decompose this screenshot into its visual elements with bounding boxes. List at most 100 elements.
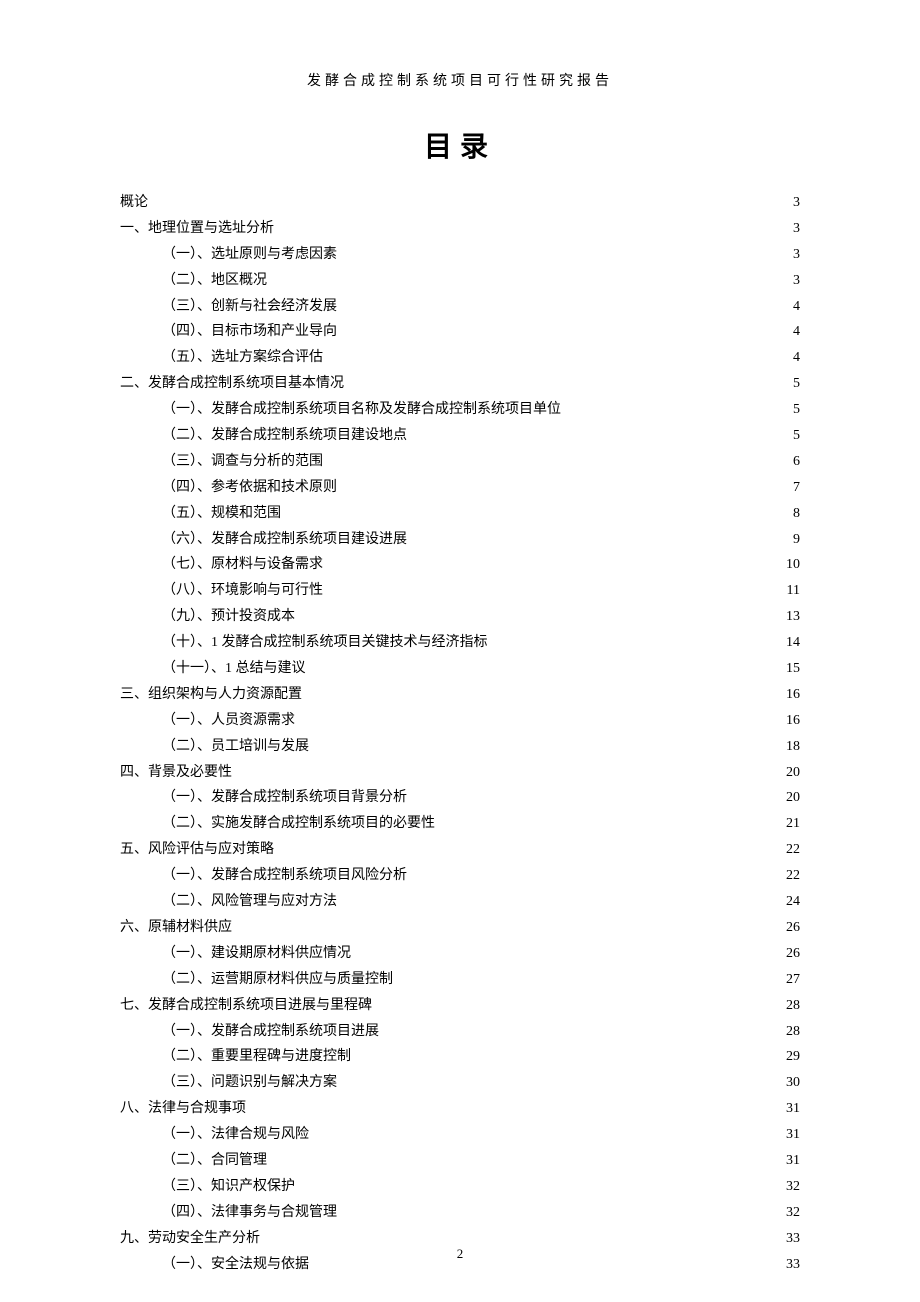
toc-entry-label: （二）、重要里程碑与进度控制 [162,1044,351,1070]
toc-entry-label: （二）、实施发酵合成控制系统项目的必要性 [162,811,435,837]
toc-entry-label: （四）、参考依据和技术原则 [162,475,337,501]
toc-entry-label: （四）、法律事务与合规管理 [162,1200,337,1226]
toc-entry-page: 10 [786,552,800,578]
toc-entry: （一）、建设期原材料供应情况 26 [120,941,800,967]
toc-entry: （三）、创新与社会经济发展4 [120,294,800,320]
toc-entry-page: 5 [793,371,800,397]
toc-entry-label: 五、风险评估与应对策略 [120,837,274,863]
toc-entry: （四）、法律事务与合规管理32 [120,1200,800,1226]
toc-entry-page: 24 [786,889,800,915]
toc-title: 目录 [120,125,800,165]
toc-entry-page: 14 [786,630,800,656]
toc-entry-label: （一）、发酵合成控制系统项目背景分析 [162,785,407,811]
toc-entry-page: 22 [786,863,800,889]
toc-entry: （四）、参考依据和技术原则 7 [120,475,800,501]
toc-entry-label: （十一）、1 总结与建议 [162,656,306,682]
toc-entry-page: 28 [786,1019,800,1045]
toc-entry: 一、地理位置与选址分析 3 [120,216,800,242]
toc-entry-page: 30 [786,1070,800,1096]
toc-entry-label: （五）、规模和范围 [162,501,281,527]
toc-entry: （一）、发酵合成控制系统项目进展 28 [120,1019,800,1045]
toc-entry: （七）、原材料与设备需求 10 [120,552,800,578]
toc-entry-label: （一）、建设期原材料供应情况 [162,941,351,967]
toc-entry-page: 32 [786,1174,800,1200]
toc-entry: （一）、发酵合成控制系统项目名称及发酵合成控制系统项目单位 5 [120,397,800,423]
toc-entry: （一）、发酵合成控制系统项目风险分析 22 [120,863,800,889]
toc-entry: （二）、风险管理与应对方法 24 [120,889,800,915]
toc-entry-label: （一）、发酵合成控制系统项目风险分析 [162,863,407,889]
toc-entry-page: 31 [786,1122,800,1148]
toc-entry: （十）、1 发酵合成控制系统项目关键技术与经济指标14 [120,630,800,656]
toc-entry-page: 13 [786,604,800,630]
toc-entry-page: 20 [786,760,800,786]
toc-entry: （二）、合同管理31 [120,1148,800,1174]
toc-entry: （二）、重要里程碑与进度控制 29 [120,1044,800,1070]
toc-entry: （八）、环境影响与可行性11 [120,578,800,604]
page-number: 2 [0,1246,920,1262]
toc-entry-label: （二）、地区概况 [162,268,267,294]
toc-entry-page: 9 [793,527,800,553]
toc-entry-label: （九）、预计投资成本 [162,604,295,630]
toc-entry-page: 21 [786,811,800,837]
toc-entry: （一）、发酵合成控制系统项目背景分析 20 [120,785,800,811]
toc-entry: 二、发酵合成控制系统项目基本情况 5 [120,371,800,397]
toc-entry: （一）、人员资源需求16 [120,708,800,734]
toc-entry-page: 7 [793,475,800,501]
toc-entry: 七、发酵合成控制系统项目进展与里程碑28 [120,993,800,1019]
toc-entry-page: 27 [786,967,800,993]
toc-entry-label: （三）、调查与分析的范围 [162,449,323,475]
toc-entry: （一）、法律合规与风险31 [120,1122,800,1148]
toc-entry-page: 8 [793,501,800,527]
toc-entry-label: （二）、合同管理 [162,1148,267,1174]
toc-entry-page: 18 [786,734,800,760]
toc-entry-page: 3 [793,190,800,216]
toc-entry-label: （六）、发酵合成控制系统项目建设进展 [162,527,407,553]
toc-entry-label: （一）、发酵合成控制系统项目名称及发酵合成控制系统项目单位 [162,397,561,423]
toc-entry-page: 20 [786,785,800,811]
toc-entry-page: 29 [786,1044,800,1070]
toc-entry-page: 5 [793,423,800,449]
toc-entry-page: 16 [786,708,800,734]
toc-entry: （十一）、1 总结与建议 15 [120,656,800,682]
toc-container: 概论3一、地理位置与选址分析3（一）、选址原则与考虑因素3（二）、地区概况3（三… [120,190,800,1277]
toc-entry-page: 22 [786,837,800,863]
toc-entry-label: （二）、风险管理与应对方法 [162,889,337,915]
toc-entry-page: 3 [793,216,800,242]
toc-entry: （五）、规模和范围 8 [120,501,800,527]
toc-entry-label: 八、法律与合规事项 [120,1096,246,1122]
toc-entry-page: 11 [787,578,800,604]
toc-entry: 三、组织架构与人力资源配置16 [120,682,800,708]
toc-entry: 概论 3 [120,190,800,216]
toc-entry-label: （二）、员工培训与发展 [162,734,309,760]
toc-entry: （二）、地区概况 3 [120,268,800,294]
toc-entry-label: （二）、发酵合成控制系统项目建设地点 [162,423,407,449]
toc-entry-page: 26 [786,941,800,967]
toc-entry-label: 七、发酵合成控制系统项目进展与里程碑 [120,993,372,1019]
toc-entry-label: 一、地理位置与选址分析 [120,216,274,242]
toc-entry-label: （二）、运营期原材料供应与质量控制 [162,967,393,993]
toc-entry-page: 15 [786,656,800,682]
toc-entry: 八、法律与合规事项 31 [120,1096,800,1122]
toc-entry-page: 5 [793,397,800,423]
toc-entry: 五、风险评估与应对策略 22 [120,837,800,863]
toc-entry-label: （三）、问题识别与解决方案 [162,1070,337,1096]
toc-entry-page: 31 [786,1096,800,1122]
toc-entry-page: 4 [793,319,800,345]
toc-entry-page: 16 [786,682,800,708]
toc-entry: （九）、预计投资成本 13 [120,604,800,630]
toc-entry: （五）、选址方案综合评估4 [120,345,800,371]
toc-entry-label: 六、原辅材料供应 [120,915,232,941]
toc-entry: （二）、员工培训与发展 18 [120,734,800,760]
toc-entry: （三）、问题识别与解决方案 30 [120,1070,800,1096]
toc-entry: （二）、运营期原材料供应与质量控制 27 [120,967,800,993]
toc-entry: （三）、调查与分析的范围6 [120,449,800,475]
toc-entry-label: 概论 [120,190,148,216]
toc-entry-label: 二、发酵合成控制系统项目基本情况 [120,371,344,397]
toc-entry: （四）、目标市场和产业导向4 [120,319,800,345]
toc-entry: （一）、选址原则与考虑因素3 [120,242,800,268]
toc-entry: （二）、发酵合成控制系统项目建设地点 5 [120,423,800,449]
toc-entry: （三）、知识产权保护32 [120,1174,800,1200]
toc-entry-label: （七）、原材料与设备需求 [162,552,323,578]
toc-entry-label: （一）、发酵合成控制系统项目进展 [162,1019,379,1045]
toc-entry-page: 3 [793,268,800,294]
